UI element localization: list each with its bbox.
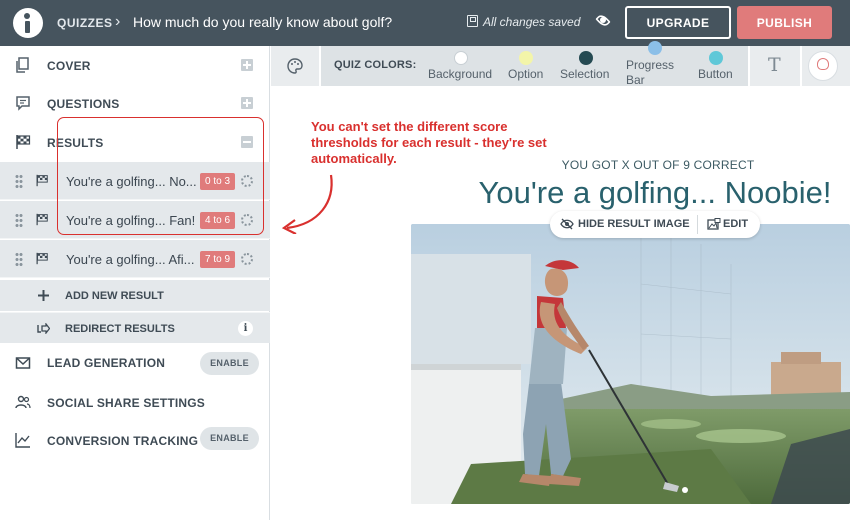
sidebar-item-cover[interactable]: COVER [0,46,270,84]
add-new-result-label: ADD NEW RESULT [65,290,164,302]
breadcrumb-quizzes[interactable]: QUIZZES [57,16,113,30]
swatch-selection[interactable] [579,51,593,65]
chevron-right-icon: › [115,13,121,30]
speech-bubble-icon [16,96,30,111]
redirect-arrow-icon [37,323,50,334]
text-style-icon: T [768,54,781,76]
palette-icon [287,58,303,74]
checkered-flag-icon [36,252,48,265]
swatch-button[interactable] [709,51,723,65]
checkered-flag-icon [36,213,48,226]
upgrade-button[interactable]: UPGRADE [625,6,731,39]
sidebar-item-label: COVER [47,59,91,73]
save-icon [467,15,478,27]
add-question-icon[interactable] [241,97,253,109]
annotation-arrow-icon [281,174,333,234]
result-label: You're a golfing... Afi... [66,252,195,267]
swatch-background[interactable] [454,51,468,65]
pages-icon [16,57,29,73]
plus-icon [38,290,49,301]
sidebar-item-label: LEAD GENERATION [47,356,166,370]
drag-handle-icon[interactable] [15,252,23,266]
score-range-badge: 7 to 9 [200,251,236,268]
redirect-results-button[interactable]: REDIRECT RESULTS i [0,312,270,343]
annotation-highlight-box [57,117,264,235]
image-edit-icon [707,218,721,230]
sidebar-item-label: QUESTIONS [47,97,120,111]
add-cover-icon[interactable] [241,59,253,71]
add-new-result-button[interactable]: ADD NEW RESULT [0,280,270,311]
golfer-photo [411,224,850,504]
envelope-icon [15,357,31,369]
annotation-text: You can't set the different score thresh… [311,119,547,166]
drag-handle-icon[interactable] [15,174,23,188]
checkered-flag-icon [36,174,48,187]
swatch-label-button: Button [698,67,733,81]
eye-slash-icon [560,218,574,230]
result-image[interactable] [411,224,850,504]
info-icon[interactable]: i [238,321,253,336]
palette-button[interactable] [271,46,319,86]
image-toolbar: HIDE RESULT IMAGE EDIT [550,211,760,238]
sidebar-item-lead-generation[interactable]: LEAD GENERATION ENABLE [0,344,270,382]
swatch-label-option: Option [508,67,544,81]
quiz-title[interactable]: How much do you really know about golf? [133,14,392,30]
hide-result-image-button[interactable]: HIDE RESULT IMAGE [578,218,690,230]
color-toolbar: QUIZ COLORS: Background Option Selection… [271,41,850,87]
swatch-label-selection: Selection [560,67,610,81]
enable-lead-generation-button[interactable]: ENABLE [200,352,259,375]
swatch-option[interactable] [519,51,533,65]
swatch-label-progress-bar: Progress Bar [626,58,675,87]
app-logo-icon[interactable] [13,8,43,38]
publish-button[interactable]: PUBLISH [737,6,832,39]
users-icon [15,395,31,409]
checkered-flag-icon [16,135,31,149]
top-bar: QUIZZES › How much do you really know ab… [0,0,850,46]
quiz-colors-label: QUIZ COLORS: [334,59,417,71]
drag-handle-icon[interactable] [15,213,23,227]
gear-icon[interactable] [241,253,253,265]
sidebar-item-social-share[interactable]: SOCIAL SHARE SETTINGS [0,383,270,421]
sidebar-item-conversion-tracking[interactable]: CONVERSION TRACKING ENABLE [0,421,270,459]
swatch-progress-bar[interactable] [648,41,662,55]
save-status: All changes saved [483,15,581,29]
swatch-label-background: Background [428,67,493,81]
result-title[interactable]: You're a golfing... Noobie! [460,175,850,211]
toolbar-divider [697,215,698,234]
line-chart-icon [15,433,30,448]
score-line: YOU GOT X OUT OF 9 CORRECT [561,158,755,172]
redirect-results-label: REDIRECT RESULTS [65,323,175,335]
edit-image-button[interactable]: EDIT [723,218,748,230]
lightbulb-icon[interactable] [817,58,829,70]
sidebar-item-label: CONVERSION TRACKING [47,434,199,448]
enable-conversion-tracking-button[interactable]: ENABLE [200,427,259,450]
eye-pupil-icon [600,17,606,23]
result-item[interactable]: You're a golfing... Afi... 7 to 9 [0,240,270,278]
sidebar-item-label: SOCIAL SHARE SETTINGS [47,396,205,410]
